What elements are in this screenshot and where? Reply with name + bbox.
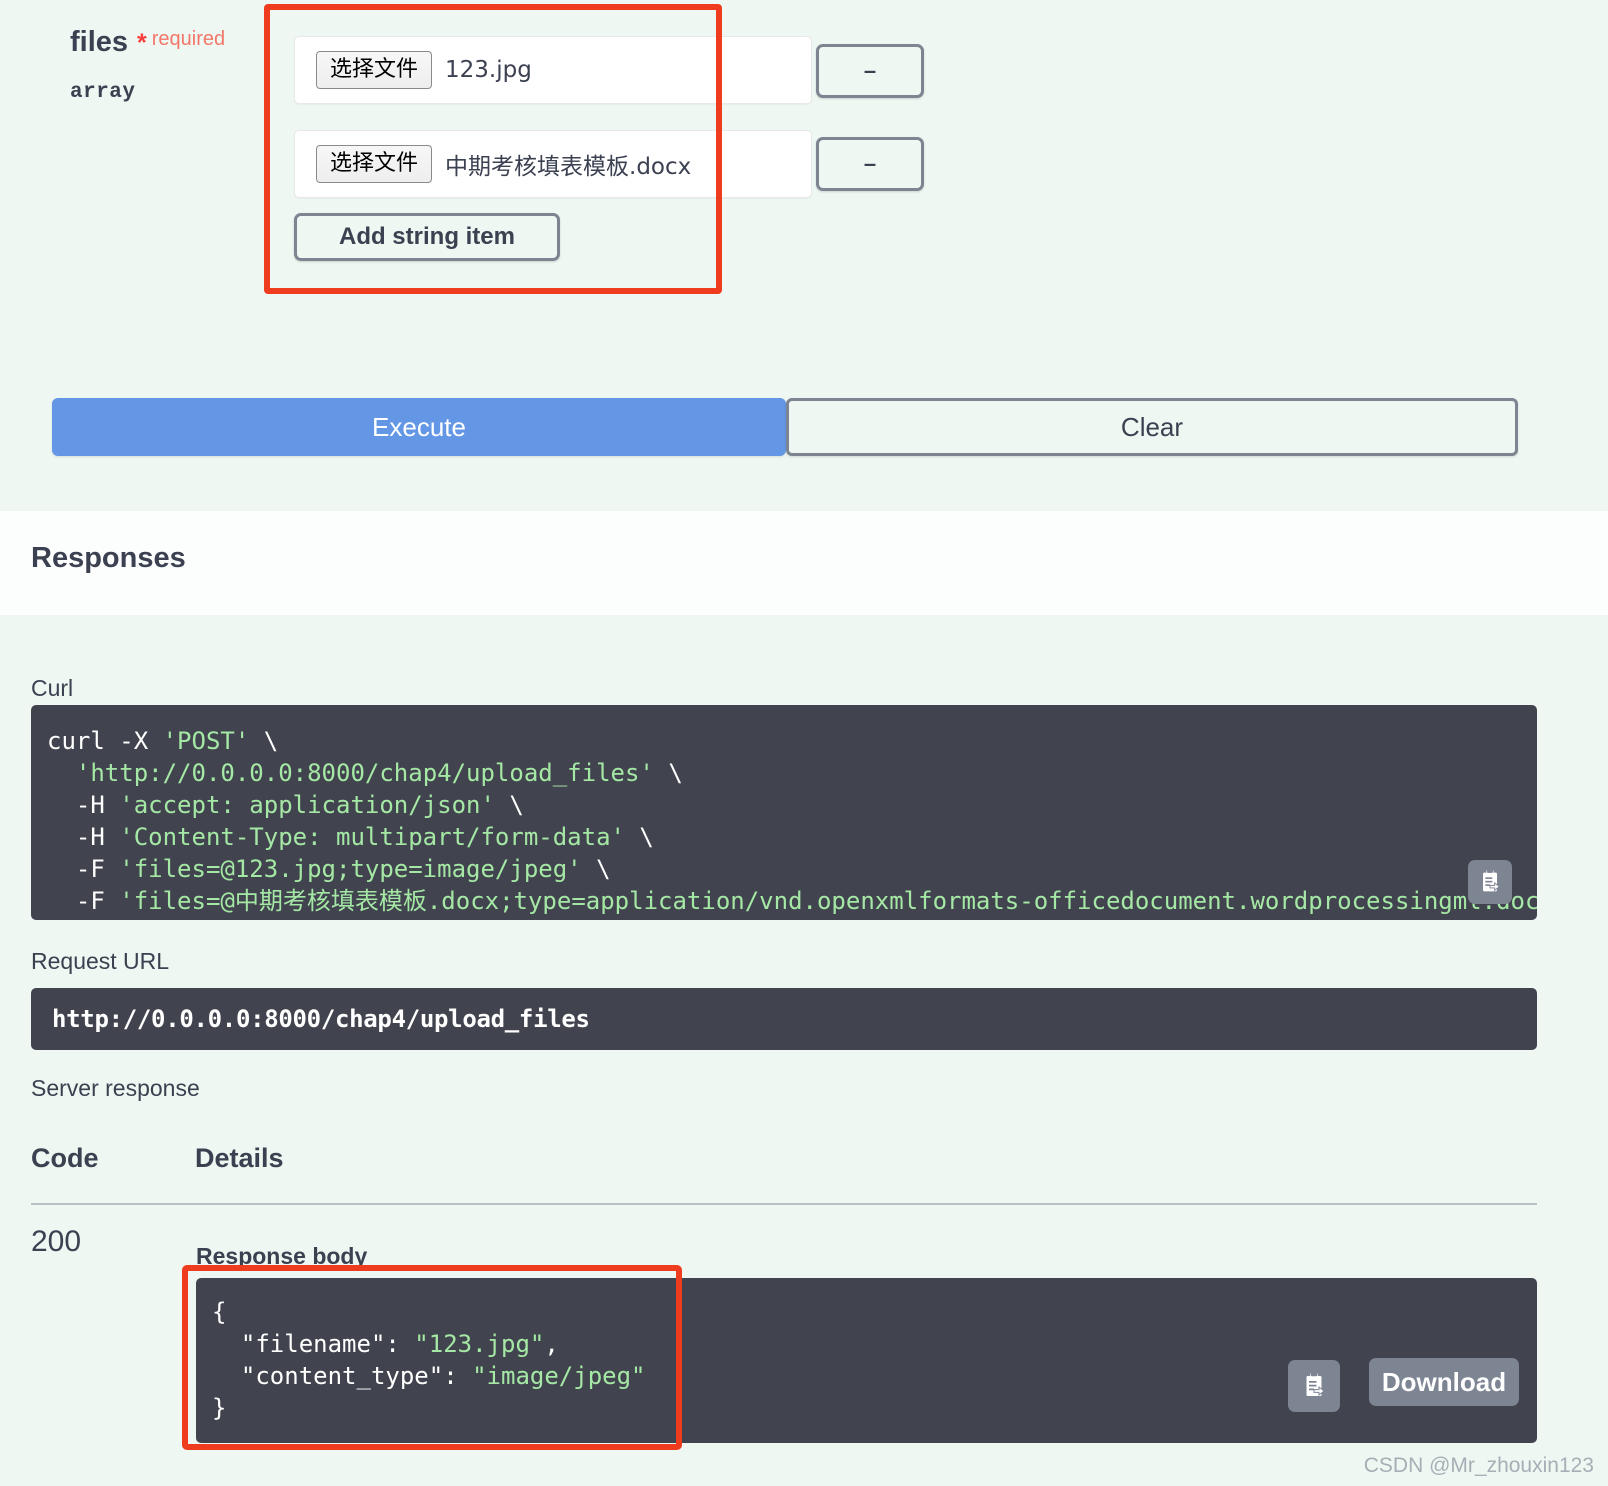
- download-button[interactable]: Download: [1369, 1358, 1519, 1406]
- status-code-value: 200: [31, 1225, 82, 1258]
- copy-response-icon[interactable]: [1288, 1360, 1340, 1412]
- required-asterisk: *: [137, 29, 147, 57]
- remove-item-label-2: –: [863, 151, 877, 176]
- request-url-value: http://0.0.0.0:8000/chap4/upload_files: [52, 1005, 590, 1033]
- action-button-row: Execute Clear: [52, 398, 1518, 456]
- file-input-2[interactable]: 选择文件 中期考核填表模板.docx: [294, 130, 812, 198]
- remove-item-button-1[interactable]: –: [816, 44, 924, 98]
- parameter-band: files * required array 选择文件 123.jpg – 选择文件…: [0, 0, 1608, 511]
- choose-file-button-1[interactable]: 选择文件: [316, 51, 433, 89]
- array-item-row-2: 选择文件 中期考核填表模板.docx: [294, 130, 812, 198]
- download-label: Download: [1381, 1366, 1507, 1397]
- curl-code-block: curl -X 'POST' \ 'http://0.0.0.0:8000/ch…: [31, 705, 1537, 920]
- request-url-block: http://0.0.0.0:8000/chap4/upload_files: [31, 988, 1537, 1050]
- execute-label: Execute: [372, 411, 466, 442]
- watermark-text: CSDN @Mr_zhouxin123: [1363, 1454, 1594, 1477]
- add-string-item-button[interactable]: Add string item: [294, 213, 560, 261]
- request-url-label: Request URL: [31, 948, 170, 974]
- response-body-label: Response body: [196, 1243, 368, 1269]
- column-header-details: Details: [195, 1143, 284, 1173]
- remove-item-button-2[interactable]: –: [816, 137, 924, 191]
- responses-title: Responses: [31, 542, 186, 574]
- add-string-item-label: Add string item: [338, 223, 515, 250]
- parameter-name: files: [70, 26, 129, 58]
- clear-button[interactable]: Clear: [786, 398, 1518, 456]
- curl-label: Curl: [31, 675, 74, 701]
- required-text: required: [151, 27, 226, 50]
- execute-button[interactable]: Execute: [52, 398, 786, 456]
- file-input-1[interactable]: 选择文件 123.jpg: [294, 36, 812, 104]
- responses-content-region: Curl curl -X 'POST' \ 'http://0.0.0.0:80…: [0, 615, 1608, 1486]
- selected-file-name-1: 123.jpg: [445, 57, 532, 83]
- remove-item-label-1: –: [863, 58, 877, 83]
- parameter-label-group: files * required array: [70, 26, 280, 104]
- responses-header-band: Responses: [0, 511, 1608, 615]
- server-response-label: Server response: [31, 1075, 200, 1101]
- choose-file-button-2[interactable]: 选择文件: [316, 145, 433, 183]
- parameter-type: array: [70, 81, 136, 104]
- array-item-row-1: 选择文件 123.jpg: [294, 36, 812, 104]
- clear-label: Clear: [1120, 411, 1184, 442]
- selected-file-name-2: 中期考核填表模板.docx: [445, 154, 692, 180]
- column-header-code: Code: [31, 1143, 99, 1173]
- table-divider: [31, 1203, 1537, 1205]
- curl-code-text: curl -X 'POST' \ 'http://0.0.0.0:8000/ch…: [47, 727, 1537, 915]
- copy-curl-icon[interactable]: [1468, 860, 1512, 904]
